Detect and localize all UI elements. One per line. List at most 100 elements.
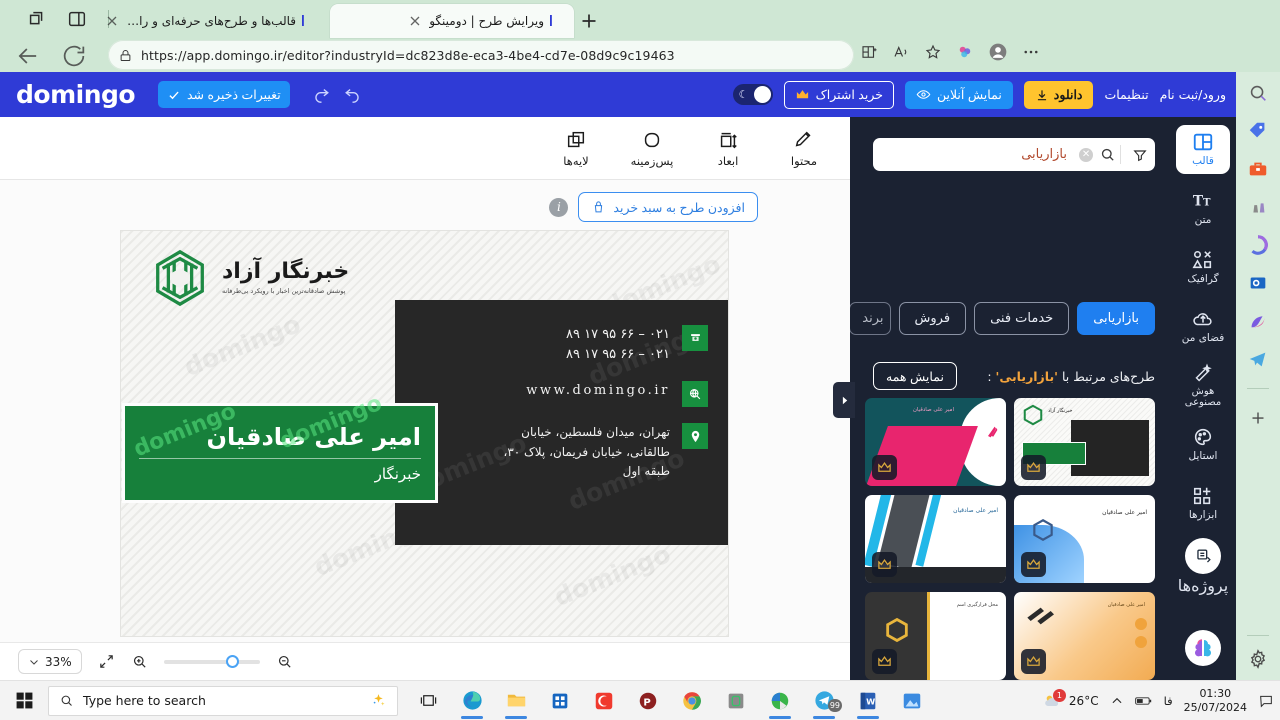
rail-item-text[interactable]: TT متن <box>1176 184 1230 233</box>
telegram-badge: 99 <box>827 698 842 712</box>
zoom-slider[interactable] <box>163 654 260 668</box>
telegram-icon[interactable]: 99 <box>804 682 844 720</box>
pdf-icon[interactable]: P <box>628 682 668 720</box>
read-aloud-icon[interactable] <box>892 43 910 61</box>
online-preview-button[interactable]: نمایش آنلاین <box>904 80 1013 109</box>
login-link[interactable]: ورود/ثبت نام <box>1160 87 1226 102</box>
settings-icon[interactable] <box>1247 648 1269 670</box>
games-icon[interactable] <box>1247 196 1269 218</box>
notes-icon[interactable] <box>716 682 756 720</box>
rail-item-tools[interactable]: ابزارها <box>1176 479 1230 528</box>
hexagon-logo-icon <box>149 247 211 309</box>
template-thumbnail[interactable]: امیر علی صادقیان <box>1014 592 1155 680</box>
back-icon[interactable] <box>14 42 42 70</box>
clear-icon[interactable]: ✕ <box>1079 147 1093 162</box>
word-icon[interactable]: W <box>848 682 888 720</box>
rail-item-my-space[interactable]: فضای من <box>1176 302 1230 351</box>
clock[interactable]: 01:30 25/07/2024 <box>1184 687 1247 715</box>
toolbar-item-background[interactable]: پس‌زمینه <box>628 129 676 168</box>
start-button[interactable] <box>0 691 48 710</box>
chip-brand[interactable]: برند <box>850 302 891 335</box>
task-view-icon[interactable] <box>408 682 448 720</box>
zoom-slider-handle[interactable] <box>225 654 239 668</box>
outlook-icon[interactable] <box>1247 272 1269 294</box>
app-logo[interactable]: domingo <box>16 80 136 109</box>
toolbar-item-dimensions[interactable]: ابعاد <box>704 129 752 168</box>
battery-icon[interactable] <box>1134 694 1153 708</box>
settings-link[interactable]: تنظیمات <box>1104 87 1148 102</box>
photos-icon[interactable] <box>892 682 932 720</box>
template-thumbnail[interactable]: محل قرارگیری اسم <box>865 592 1006 680</box>
address-bar[interactable]: https://app.domingo.ir/editor?industryId… <box>108 40 854 70</box>
idm-icon[interactable] <box>760 682 800 720</box>
rail-item-ai[interactable]: هوش مصنوعی <box>1176 361 1230 410</box>
camtasia-icon[interactable] <box>584 682 624 720</box>
shopping-tag-icon[interactable] <box>1247 120 1269 142</box>
toolbar-item-layers[interactable]: لایه‌ها <box>552 129 600 168</box>
new-tab-button[interactable] <box>576 8 602 34</box>
toolbar-item-content[interactable]: محتوا <box>780 129 828 168</box>
reload-icon[interactable] <box>60 42 88 70</box>
redo-icon[interactable] <box>312 84 331 103</box>
template-thumbnail[interactable]: امیر علی صادقیان <box>1014 495 1155 583</box>
tab-groups-icon[interactable] <box>26 8 48 30</box>
rail-item-graphics[interactable]: گرافیک <box>1176 243 1230 292</box>
results-suffix: : <box>987 368 992 384</box>
template-search-box[interactable]: ✕ <box>873 138 1155 171</box>
add-to-cart-button[interactable]: افزودن طرح به سبد خرید <box>578 192 758 222</box>
fit-screen-icon[interactable] <box>98 653 115 670</box>
close-icon[interactable] <box>104 13 120 29</box>
split-screen-icon[interactable] <box>860 43 878 61</box>
chip-marketing[interactable]: بازاریابی <box>1077 302 1155 335</box>
chip-sales[interactable]: فروش <box>898 302 967 335</box>
download-button[interactable]: دانلود <box>1023 80 1094 109</box>
undo-icon[interactable] <box>343 84 362 103</box>
search-icon[interactable] <box>1099 146 1116 163</box>
copilot-icon[interactable] <box>1247 234 1269 256</box>
template-thumbnail[interactable]: امیر علی صادقیان <box>865 495 1006 583</box>
show-all-button[interactable]: نمایش همه <box>873 362 957 390</box>
panel-collapse-toggle[interactable] <box>833 382 855 418</box>
rail-item-template[interactable]: قالب <box>1176 125 1230 174</box>
edge-icon[interactable] <box>452 682 492 720</box>
zoom-level-selector[interactable]: 33% <box>18 649 82 674</box>
file-explorer-icon[interactable] <box>496 682 536 720</box>
microsoft-store-icon[interactable] <box>540 682 580 720</box>
zoom-out-icon[interactable] <box>276 653 293 670</box>
browser-menu-icon[interactable] <box>1022 43 1040 61</box>
filter-icon[interactable] <box>1125 147 1155 163</box>
zoom-in-icon[interactable] <box>131 653 148 670</box>
chrome-icon[interactable] <box>672 682 712 720</box>
taskbar-search[interactable]: Type here to search <box>48 685 398 716</box>
favorite-star-icon[interactable] <box>924 43 942 61</box>
designer-icon[interactable] <box>1247 310 1269 332</box>
rail-item-style[interactable]: استایل <box>1176 420 1230 469</box>
split-pane-icon[interactable] <box>66 8 88 30</box>
show-hidden-icons[interactable] <box>1110 694 1124 708</box>
tools-icon[interactable] <box>1247 158 1269 180</box>
search-input[interactable] <box>873 147 1079 162</box>
weather-widget[interactable]: 1 26°C <box>1041 688 1099 711</box>
ai-assistant-button[interactable] <box>1185 630 1221 666</box>
zoom-level-label: 33% <box>45 654 72 669</box>
rail-label: استایل <box>1188 450 1218 463</box>
rail-item-projects[interactable]: پروژه‌ها <box>1176 538 1230 595</box>
dark-mode-toggle[interactable]: ☾ <box>732 84 773 105</box>
telegram-icon[interactable] <box>1247 348 1269 370</box>
profile-avatar[interactable] <box>988 42 1008 62</box>
collections-icon[interactable] <box>956 43 974 61</box>
chip-technical-services[interactable]: خدمات فنی <box>974 302 1070 335</box>
language-indicator[interactable]: فا <box>1164 694 1173 708</box>
browser-tab-2[interactable]: d ویرایش طرح | دومینگو <box>330 4 574 38</box>
template-thumbnail[interactable]: خبرنگار آزاد <box>1014 398 1155 486</box>
notification-icon[interactable] <box>1258 693 1274 709</box>
info-icon[interactable]: i <box>549 197 569 217</box>
subscribe-button[interactable]: خرید اشتراک <box>783 80 894 109</box>
search-icon[interactable] <box>1247 82 1269 104</box>
add-icon[interactable] <box>1247 407 1269 429</box>
business-card-design[interactable]: domingo domingo domingo domingo خبرنگار … <box>121 231 728 636</box>
save-status-button[interactable]: تغییرات ذخیره شد <box>158 81 290 108</box>
close-icon[interactable] <box>407 13 423 29</box>
template-thumbnail[interactable]: امیر علی صادقیان <box>865 398 1006 486</box>
browser-tab-1[interactable]: d قالب‌ها و طرح‌های حرفه‌ای و رایگان <box>96 4 326 38</box>
